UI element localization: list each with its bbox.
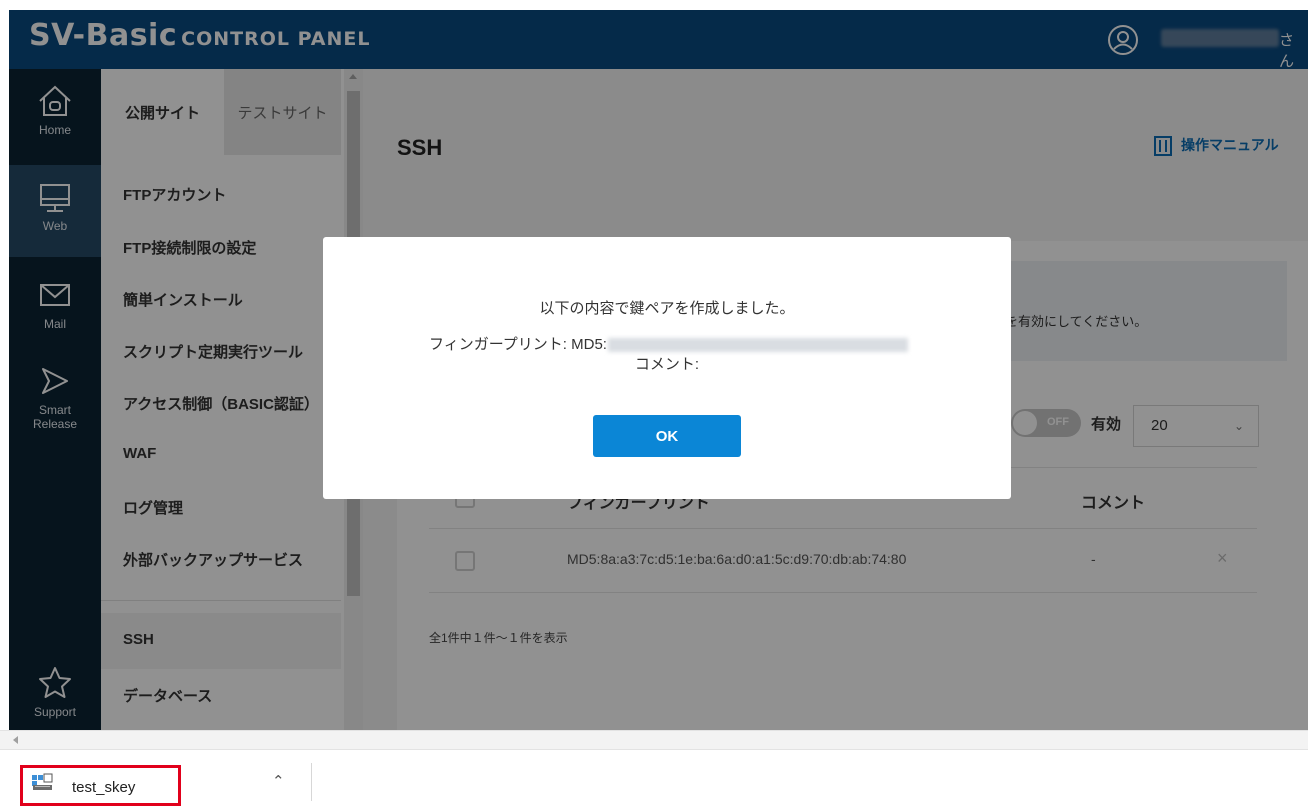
dialog-fingerprint: フィンガープリント: MD5:: [429, 333, 908, 354]
fingerprint-redacted: [607, 338, 908, 353]
page-horizontal-scrollbar[interactable]: [0, 730, 1308, 750]
dialog-fingerprint-label: フィンガープリント: MD5:: [429, 336, 607, 353]
file-icon: [32, 773, 53, 790]
download-bar-divider: [311, 763, 312, 801]
scroll-left-arrow[interactable]: [13, 736, 18, 744]
keypair-created-dialog: 以下の内容で鍵ペアを作成しました。 フィンガープリント: MD5: コメント: …: [323, 237, 1011, 499]
chevron-up-icon[interactable]: ⌃: [272, 772, 285, 790]
download-bar: test_skey ⌃: [0, 750, 1308, 806]
download-file-name: test_skey: [72, 779, 136, 796]
ok-button[interactable]: OK: [593, 415, 741, 457]
dialog-comment: コメント:: [634, 356, 700, 373]
download-item[interactable]: test_skey: [20, 765, 181, 806]
control-panel-app: SV-Basic CONTROL PANEL さん Home Web Mail …: [9, 10, 1308, 730]
dialog-message: 以下の内容で鍵ペアを作成しました。: [539, 300, 795, 317]
